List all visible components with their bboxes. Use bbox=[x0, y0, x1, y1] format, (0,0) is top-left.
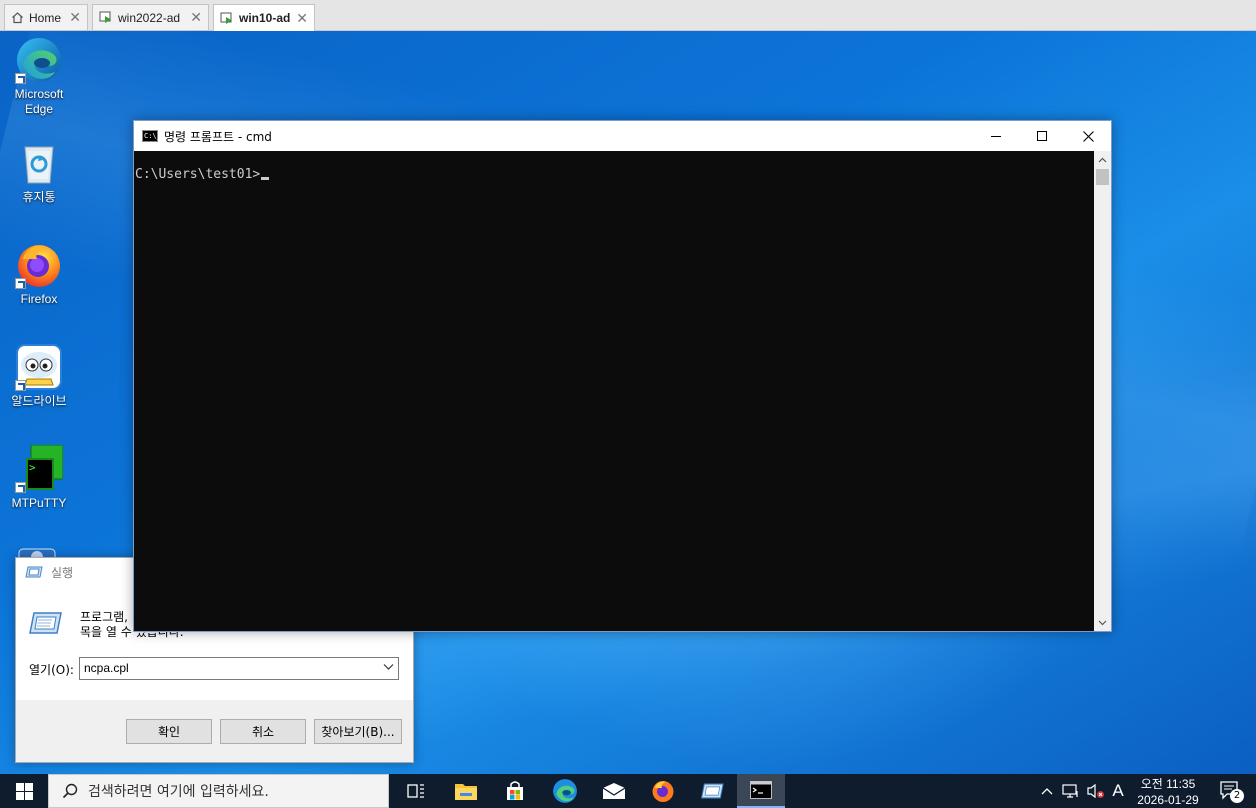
edge-icon bbox=[553, 779, 577, 803]
scroll-down-arrow[interactable] bbox=[1094, 614, 1111, 631]
cmd-icon bbox=[750, 781, 772, 799]
tab-home[interactable]: Home ✕ bbox=[4, 4, 88, 30]
vm-icon bbox=[99, 11, 111, 23]
search-icon bbox=[62, 783, 78, 799]
run-program-icon bbox=[28, 610, 62, 639]
taskbar: 검색하려면 여기에 입력하세요. A 오전 11:35 2026-01-29 2 bbox=[0, 774, 1256, 808]
svg-text:>: > bbox=[29, 461, 36, 474]
run-taskbar-button[interactable] bbox=[688, 774, 736, 808]
volume-tray-button[interactable] bbox=[1085, 774, 1107, 808]
file-explorer-button[interactable] bbox=[442, 774, 490, 808]
network-icon bbox=[1062, 784, 1078, 798]
icon-label: MTPuTTY bbox=[11, 496, 67, 510]
icon-label: Firefox bbox=[20, 292, 58, 306]
icon-label: Microsoft bbox=[14, 87, 64, 101]
taskbar-clock[interactable]: 오전 11:35 2026-01-29 bbox=[1128, 776, 1208, 808]
edge-taskbar-button[interactable] bbox=[541, 774, 589, 808]
vm-icon bbox=[220, 12, 232, 24]
taskbar-search-box[interactable]: 검색하려면 여기에 입력하세요. bbox=[48, 774, 389, 808]
tab-label: win2022-ad bbox=[118, 10, 181, 25]
chevron-up-icon bbox=[1098, 157, 1107, 162]
shortcut-arrow-icon bbox=[15, 482, 26, 493]
firefox-taskbar-button[interactable] bbox=[639, 774, 687, 808]
network-tray-button[interactable] bbox=[1060, 774, 1082, 808]
close-icon[interactable]: ✕ bbox=[296, 10, 308, 27]
tab-label: win10-ad bbox=[239, 11, 291, 25]
tab-label: Home bbox=[29, 10, 62, 25]
run-input-value: ncpa.cpl bbox=[84, 661, 129, 675]
desktop-icon-aldrive[interactable]: 알드라이브 bbox=[1, 343, 77, 409]
shortcut-arrow-icon bbox=[15, 73, 26, 84]
cmd-titlebar[interactable]: C:\_ 명령 프롬프트 - cmd bbox=[134, 121, 1111, 151]
close-button[interactable] bbox=[1065, 121, 1111, 151]
vm-tab-strip: Home ✕ win2022-ad ✕ win10-ad ✕ bbox=[0, 0, 1256, 31]
shortcut-arrow-icon bbox=[15, 380, 26, 391]
show-hidden-icons-button[interactable] bbox=[1038, 774, 1056, 808]
chevron-down-icon[interactable] bbox=[383, 663, 394, 671]
firefox-icon bbox=[15, 241, 63, 289]
desktop-icon-recycle-bin[interactable]: 휴지통 bbox=[1, 139, 77, 205]
scroll-up-arrow[interactable] bbox=[1094, 151, 1111, 168]
desktop-icon-edge[interactable]: Microsoft Edge bbox=[1, 36, 77, 117]
notification-count-badge: 2 bbox=[1230, 789, 1244, 803]
clock-time: 오전 11:35 bbox=[1140, 777, 1196, 791]
store-icon bbox=[507, 781, 523, 800]
scroll-thumb[interactable] bbox=[1096, 169, 1109, 185]
close-icon bbox=[1082, 130, 1094, 142]
task-view-icon bbox=[407, 784, 424, 798]
maximize-icon bbox=[1037, 131, 1047, 141]
icon-label: Edge bbox=[24, 102, 54, 116]
cmd-window: C:\_ 명령 프롬프트 - cmd C:\Users\test01> bbox=[133, 120, 1112, 632]
browse-button[interactable]: 찾아보기(B)... bbox=[314, 719, 402, 744]
tab-win2022-ad[interactable]: win2022-ad ✕ bbox=[92, 4, 209, 30]
minimize-icon bbox=[991, 136, 1001, 137]
console-area[interactable]: C:\Users\test01> bbox=[134, 151, 1094, 631]
store-button[interactable] bbox=[491, 774, 539, 808]
action-center-button[interactable]: 2 bbox=[1214, 774, 1250, 808]
edge-icon bbox=[15, 36, 63, 84]
cmd-icon: C:\_ bbox=[142, 130, 161, 142]
text-cursor bbox=[261, 177, 270, 180]
clock-date: 2026-01-29 bbox=[1137, 793, 1199, 807]
task-view-button[interactable] bbox=[392, 774, 440, 808]
shortcut-arrow-icon bbox=[15, 278, 26, 289]
open-label: 열기(O): bbox=[29, 663, 74, 677]
recycle-bin-icon bbox=[15, 139, 63, 187]
mail-icon bbox=[602, 783, 626, 799]
console-prompt: C:\Users\test01> bbox=[135, 167, 261, 182]
close-icon[interactable]: ✕ bbox=[69, 9, 81, 26]
close-icon[interactable]: ✕ bbox=[190, 9, 202, 26]
tab-win10-ad[interactable]: win10-ad ✕ bbox=[213, 4, 315, 31]
window-title: 명령 프롬프트 - cmd bbox=[164, 129, 272, 144]
chevron-down-icon bbox=[1098, 620, 1107, 625]
mail-button[interactable] bbox=[590, 774, 638, 808]
run-icon bbox=[700, 783, 724, 799]
vertical-scrollbar[interactable] bbox=[1094, 151, 1111, 631]
start-button[interactable] bbox=[0, 774, 48, 808]
aldrive-icon bbox=[15, 343, 63, 391]
search-placeholder: 검색하려면 여기에 입력하세요. bbox=[88, 784, 269, 800]
ok-button[interactable]: 확인 bbox=[126, 719, 212, 744]
windows-logo-icon bbox=[15, 782, 33, 800]
minimize-button[interactable] bbox=[973, 121, 1019, 151]
run-open-input[interactable]: ncpa.cpl bbox=[79, 657, 399, 680]
desktop-icon-firefox[interactable]: Firefox bbox=[1, 241, 77, 307]
icon-label: 알드라이브 bbox=[11, 394, 67, 408]
icon-label: 휴지통 bbox=[22, 190, 56, 204]
run-icon bbox=[25, 566, 43, 578]
run-title: 실행 bbox=[51, 565, 74, 580]
firefox-icon bbox=[652, 781, 674, 802]
ime-indicator[interactable]: A bbox=[1108, 774, 1128, 808]
home-icon bbox=[12, 12, 23, 24]
volume-muted-icon bbox=[1087, 783, 1104, 799]
cmd-taskbar-button[interactable] bbox=[737, 774, 785, 808]
desktop-icon-mtputty[interactable]: > MTPuTTY bbox=[1, 444, 77, 511]
mtputty-icon: > bbox=[15, 444, 64, 493]
chevron-up-icon bbox=[1041, 788, 1053, 795]
maximize-button[interactable] bbox=[1019, 121, 1065, 151]
cancel-button[interactable]: 취소 bbox=[220, 719, 306, 744]
file-explorer-icon bbox=[455, 784, 477, 800]
